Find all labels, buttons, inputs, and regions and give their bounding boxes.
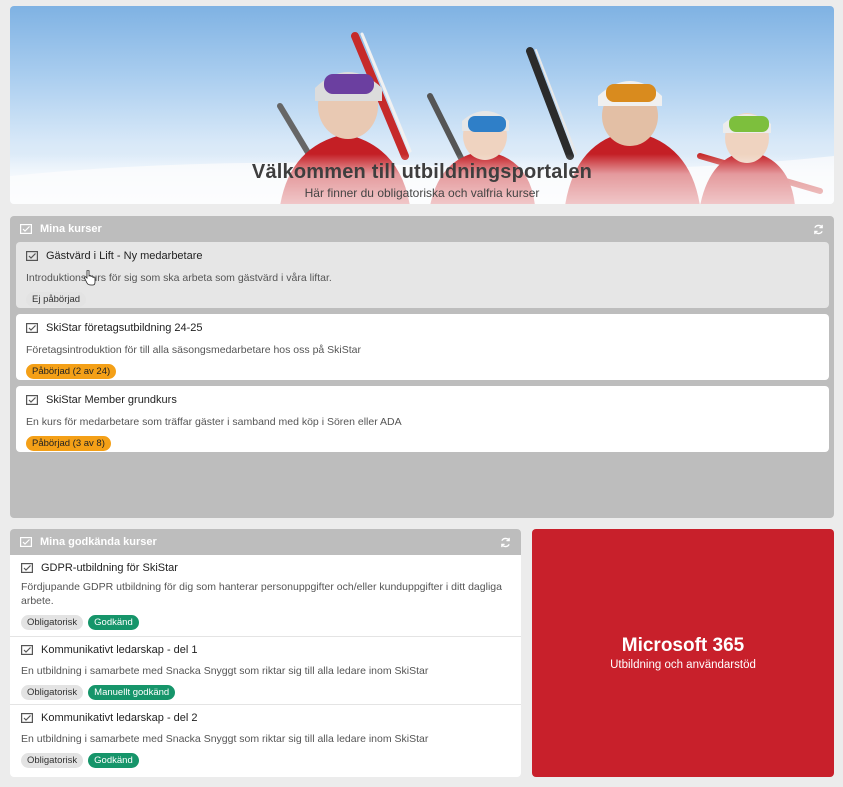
course-title: SkiStar Member grundkurs	[46, 394, 177, 406]
status-badge: Påbörjad (2 av 24)	[26, 364, 117, 379]
page-title: Välkommen till utbildningsportalen	[251, 161, 593, 183]
course-title: Kommunikativt ledarskap - del 1	[41, 644, 198, 656]
microsoft-365-title: Microsoft 365	[621, 635, 745, 656]
approved-course-item[interactable]: Kommunikativt ledarskap - del 1 En utbil…	[10, 637, 521, 705]
course-description: En kurs för medarbetare som träffar gäst…	[26, 416, 402, 428]
refresh-icon[interactable]	[500, 537, 511, 548]
course-title: Gästvärd i Lift - Ny medarbetare	[46, 250, 203, 262]
course-card[interactable]: Gästvärd i Lift - Ny medarbetare Introdu…	[16, 242, 829, 308]
approved-course-item[interactable]: Kommunikativt ledarskap - del 2 En utbil…	[10, 705, 521, 775]
mandatory-badge: Obligatorisk	[21, 685, 84, 700]
course-icon	[20, 224, 32, 234]
microsoft-365-tile[interactable]: Microsoft 365 Utbildning och användarstö…	[532, 529, 834, 777]
course-card[interactable]: SkiStar företagsutbildning 24-25 Företag…	[16, 314, 829, 380]
mandatory-badge: Obligatorisk	[21, 615, 84, 630]
course-description: En utbildning i samarbete med Snacka Sny…	[21, 733, 429, 745]
hand-cursor-icon	[84, 270, 96, 286]
course-description: Fördjupande GDPR utbildning för dig som …	[21, 581, 502, 607]
course-icon	[21, 713, 33, 723]
approved-courses-panel: Mina godkända kurser GDPR-utbildning för…	[10, 529, 521, 777]
course-card[interactable]: SkiStar Member grundkurs En kurs för med…	[16, 386, 829, 452]
course-title: SkiStar företagsutbildning 24-25	[46, 322, 203, 334]
page-subtitle: Här finner du obligatoriska och valfria …	[304, 186, 540, 200]
course-icon	[21, 563, 33, 573]
approved-courses-title: Mina godkända kurser	[40, 536, 157, 548]
course-description: Introduktionskurs för sig som ska arbeta…	[26, 272, 332, 284]
status-badge: Manuellt godkänd	[88, 685, 176, 700]
my-courses-header: Mina kurser	[10, 216, 834, 242]
course-description: Företagsintroduktion för till alla säson…	[26, 344, 362, 356]
course-icon	[26, 251, 38, 261]
course-icon	[26, 395, 38, 405]
course-description: En utbildning i samarbete med Snacka Sny…	[21, 665, 429, 677]
status-badge: Godkänd	[88, 615, 139, 630]
approved-courses-header: Mina godkända kurser	[10, 529, 521, 555]
status-badge: Ej påbörjad	[26, 292, 87, 307]
my-courses-title: Mina kurser	[40, 223, 102, 235]
mandatory-badge: Obligatorisk	[21, 753, 84, 768]
course-title: GDPR-utbildning för SkiStar	[41, 562, 178, 574]
course-title: Kommunikativt ledarskap - del 2	[41, 712, 198, 724]
hero-banner: Välkommen till utbildningsportalen Här f…	[10, 6, 834, 204]
microsoft-365-subtitle: Utbildning och användarstöd	[610, 659, 756, 671]
status-badge: Godkänd	[88, 753, 139, 768]
status-badge: Påbörjad (3 av 8)	[26, 436, 111, 451]
refresh-icon[interactable]	[813, 224, 824, 235]
course-icon	[26, 323, 38, 333]
approved-course-item[interactable]: GDPR-utbildning för SkiStar Fördjupande …	[10, 555, 521, 637]
course-icon	[21, 645, 33, 655]
course-icon	[20, 537, 32, 547]
